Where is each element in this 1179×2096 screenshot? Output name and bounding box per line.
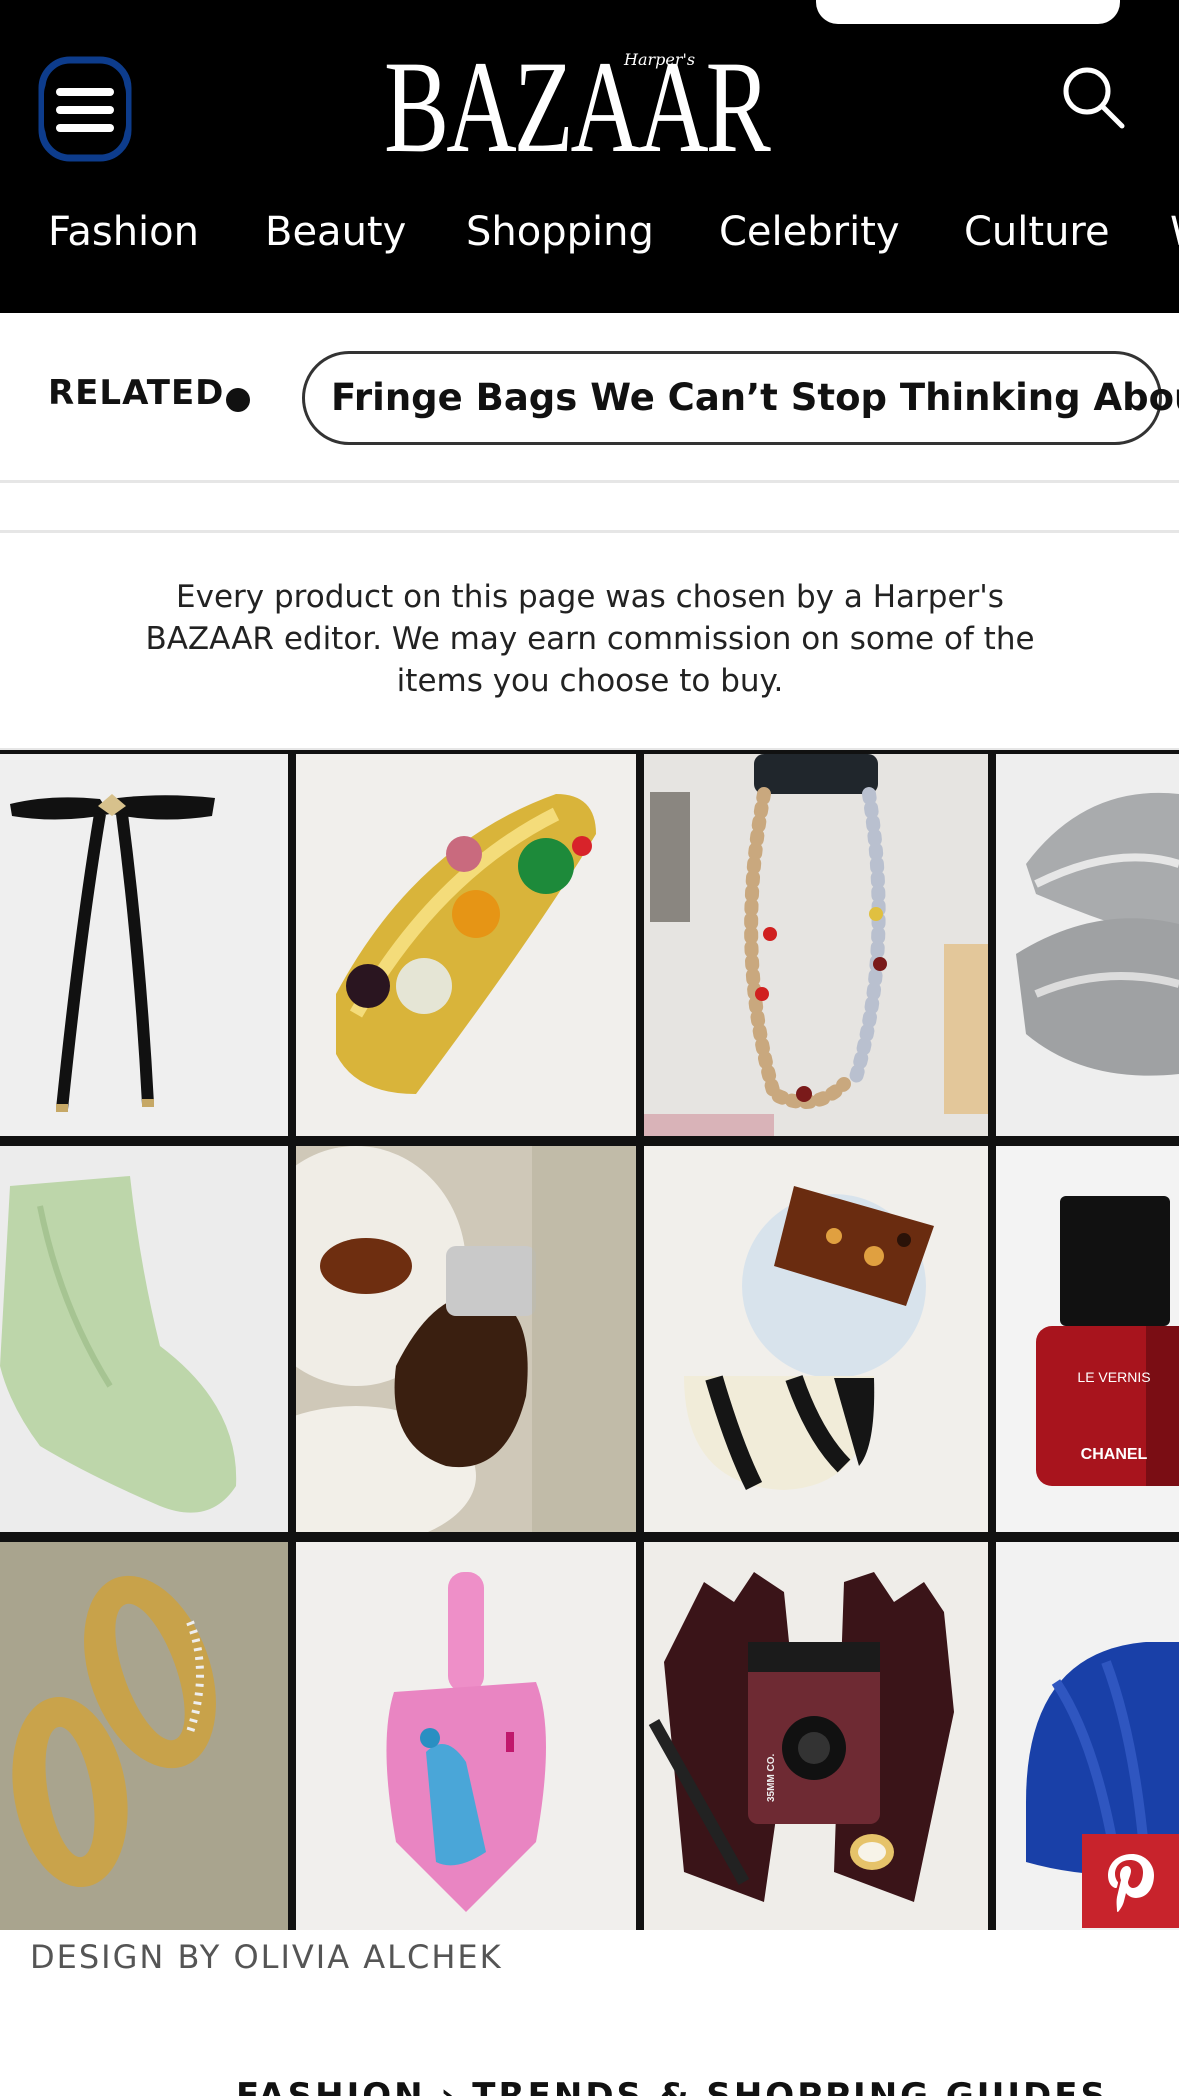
image-credit: DESIGN BY OLIVIA ALCHEK	[30, 1938, 503, 1976]
hamburger-menu-icon	[38, 56, 132, 162]
photo-mirror-and-pouch	[644, 1146, 988, 1532]
divider	[0, 530, 1179, 533]
browser-url-pill	[816, 0, 1120, 24]
search-button[interactable]	[1060, 64, 1126, 130]
photo-velvet-bow	[0, 754, 288, 1136]
pinterest-save-button[interactable]	[1082, 1834, 1179, 1928]
breadcrumb[interactable]: FASHION › TRENDS & SHOPPING GUIDES	[236, 2076, 1108, 2096]
affiliate-disclaimer: Every product on this page was chosen by…	[145, 579, 1035, 699]
photo-pink-dreidel	[296, 1542, 636, 1930]
photo-gloves-and-camera: 35MM CO.	[644, 1542, 988, 1930]
nav-beauty[interactable]: Beauty	[265, 200, 406, 264]
menu-button[interactable]	[38, 56, 132, 162]
search-icon	[1063, 67, 1125, 129]
camera-label: 35MM CO.	[766, 1753, 777, 1802]
nav-fashion[interactable]: Fashion	[48, 200, 199, 264]
logo-wordmark: BAZAAR	[384, 33, 771, 180]
section-nav: Fashion Beauty Shopping Celebrity Cultur…	[0, 200, 1179, 264]
site-header: BAZAAR Harper's Fashion Beauty Shopping …	[0, 0, 1179, 313]
related-dot	[226, 388, 250, 412]
nav-celebrity[interactable]: Celebrity	[719, 200, 900, 264]
site-logo[interactable]: BAZAAR Harper's	[384, 33, 798, 180]
nav-more[interactable]: W	[1170, 200, 1179, 264]
photo-perfume-dishes	[296, 1146, 636, 1532]
nav-culture[interactable]: Culture	[964, 200, 1110, 264]
photo-gold-cuff	[296, 754, 636, 1136]
nail-polish-brand: CHANEL	[1081, 1446, 1148, 1463]
related-label: RELATED	[48, 373, 225, 413]
related-article-link[interactable]: Fringe Bags We Can’t Stop Thinking About	[302, 351, 1179, 445]
photo-beaded-phone-strap	[644, 754, 988, 1136]
logo-harpers: Harper's	[624, 50, 696, 69]
photo-mint-socks	[0, 1146, 288, 1532]
nail-polish-label: LE VERNIS	[1077, 1369, 1150, 1385]
photo-silver-shell-dish	[996, 754, 1179, 1136]
photo-gold-earrings	[0, 1542, 288, 1930]
pinterest-icon	[1108, 1854, 1154, 1912]
hero-image-collage: LE VERNIS CHANEL 35MM CO.	[0, 750, 1179, 1930]
related-bar: RELATED Fringe Bags We Can’t Stop Thinki…	[0, 313, 1179, 483]
photo-nail-polish: LE VERNIS CHANEL	[996, 1146, 1179, 1532]
nav-shopping[interactable]: Shopping	[466, 200, 654, 264]
